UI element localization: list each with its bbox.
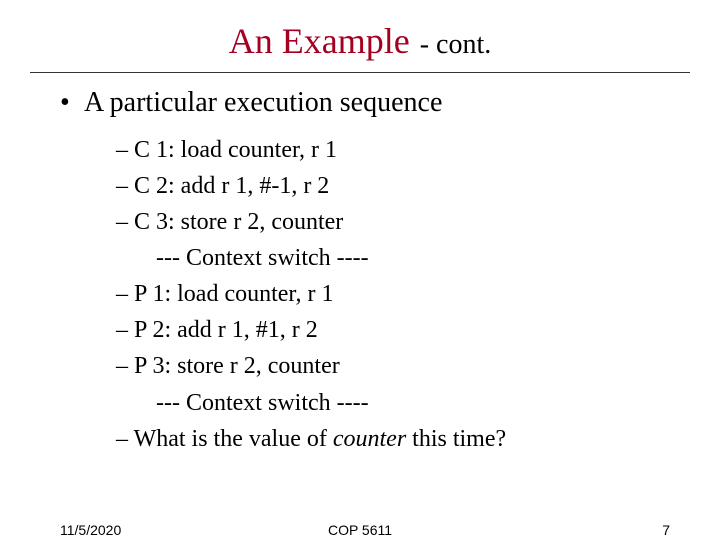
question-prefix: – What is the value of [116,426,333,452]
bullet-icon: • [60,87,84,119]
title-row: An Example - cont. [0,0,720,68]
list-item: – C 3: store r 2, counter [116,205,720,239]
question-suffix: this time? [406,426,506,452]
question-emphasis: counter [333,426,406,452]
title-sub: - cont. [420,29,492,60]
list-item: – C 2: add r 1, #-1, r 2 [116,169,720,203]
main-bullet: •A particular execution sequence [60,87,720,119]
context-switch: --- Context switch ---- [156,386,720,420]
list-item: – P 3: store r 2, counter [116,349,720,383]
bullet-text: A particular execution sequence [84,87,442,118]
sub-list: – C 1: load counter, r 1 – C 2: add r 1,… [116,133,720,456]
list-item: – P 1: load counter, r 1 [116,277,720,311]
title-main: An Example [229,21,410,61]
slide: An Example - cont. •A particular executi… [0,0,720,540]
list-item: – C 1: load counter, r 1 [116,133,720,167]
footer-page: 7 [662,522,670,538]
divider [30,72,690,73]
footer-course: COP 5611 [0,522,720,538]
context-switch: --- Context switch ---- [156,241,720,275]
list-item-question: – What is the value of counter this time… [116,422,720,456]
list-item: – P 2: add r 1, #1, r 2 [116,313,720,347]
